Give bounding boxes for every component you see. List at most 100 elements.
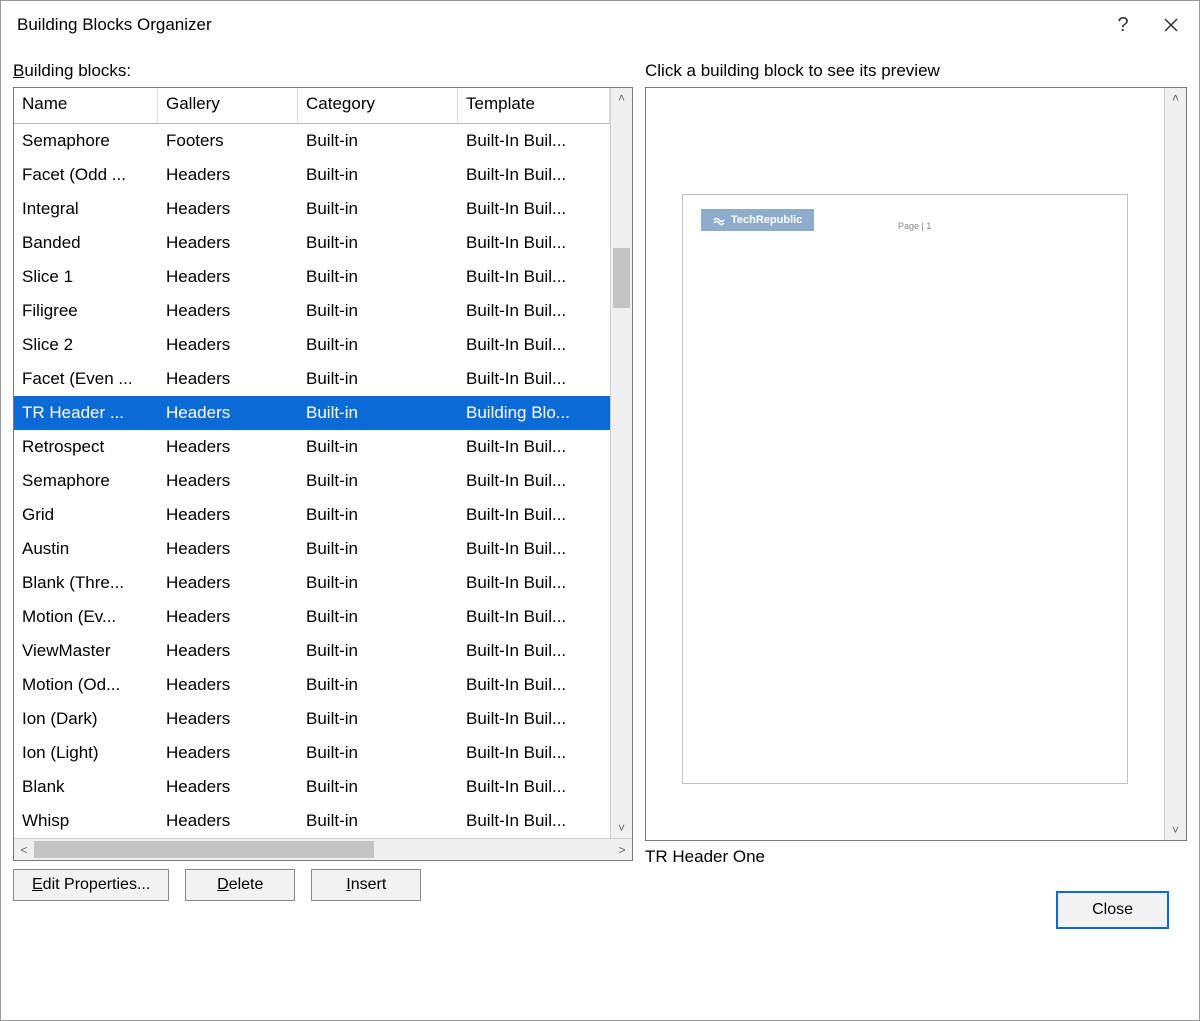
cell-template: Built-In Buil... (458, 229, 610, 257)
cell-template: Built-In Buil... (458, 739, 610, 767)
table-row[interactable]: FiligreeHeadersBuilt-inBuilt-In Buil... (14, 294, 610, 328)
cell-category: Built-in (298, 229, 458, 257)
cell-template: Built-In Buil... (458, 297, 610, 325)
cell-name: Motion (Ev... (14, 603, 158, 631)
table-row[interactable]: GridHeadersBuilt-inBuilt-In Buil... (14, 498, 610, 532)
table-row[interactable]: BandedHeadersBuilt-inBuilt-In Buil... (14, 226, 610, 260)
cell-gallery: Headers (158, 161, 298, 189)
cell-template: Building Blo... (458, 399, 610, 427)
cell-gallery: Headers (158, 365, 298, 393)
right-column: Click a building block to see its previe… (645, 57, 1187, 867)
cell-name: Ion (Light) (14, 739, 158, 767)
cell-template: Built-In Buil... (458, 807, 610, 835)
vertical-scrollbar[interactable]: ˄ ˅ (610, 88, 632, 838)
cell-name: Banded (14, 229, 158, 257)
cell-template: Built-In Buil... (458, 263, 610, 291)
cell-category: Built-in (298, 807, 458, 835)
table-row[interactable]: SemaphoreHeadersBuilt-inBuilt-In Buil... (14, 464, 610, 498)
col-header-gallery[interactable]: Gallery (158, 88, 298, 123)
building-blocks-listview[interactable]: Name Gallery Category Template Semaphore… (14, 88, 610, 838)
preview-scroll-up-icon[interactable]: ˄ (1165, 88, 1186, 108)
table-row[interactable]: Facet (Odd ...HeadersBuilt-inBuilt-In Bu… (14, 158, 610, 192)
dialog-building-blocks-organizer: Building Blocks Organizer ? Building blo… (0, 0, 1200, 1021)
cell-gallery: Footers (158, 127, 298, 155)
table-row[interactable]: Slice 2HeadersBuilt-inBuilt-In Buil... (14, 328, 610, 362)
cell-name: Semaphore (14, 467, 158, 495)
help-icon: ? (1117, 14, 1128, 37)
table-row[interactable]: ViewMasterHeadersBuilt-inBuilt-In Buil..… (14, 634, 610, 668)
cell-template: Built-In Buil... (458, 331, 610, 359)
preview-caption: TR Header One (645, 847, 1187, 867)
preview-badge-text: TechRepublic (731, 214, 802, 226)
cell-category: Built-in (298, 399, 458, 427)
table-row[interactable]: Slice 1HeadersBuilt-inBuilt-In Buil... (14, 260, 610, 294)
horizontal-scrollbar[interactable]: < > (14, 838, 632, 860)
building-blocks-label-rest: uilding blocks: (24, 61, 131, 80)
scroll-down-icon[interactable]: ˅ (611, 818, 632, 838)
cell-gallery: Headers (158, 603, 298, 631)
cell-gallery: Headers (158, 433, 298, 461)
cell-template: Built-In Buil... (458, 501, 610, 529)
cell-gallery: Headers (158, 263, 298, 291)
cell-template: Built-In Buil... (458, 569, 610, 597)
col-header-name[interactable]: Name (14, 88, 158, 123)
cell-name: Facet (Odd ... (14, 161, 158, 189)
building-blocks-accelerator: B (13, 61, 24, 80)
cell-category: Built-in (298, 501, 458, 529)
preview-page-number: Page | 1 (898, 221, 931, 231)
cell-category: Built-in (298, 535, 458, 563)
horizontal-scroll-thumb[interactable] (34, 841, 374, 858)
table-row[interactable]: TR Header ...HeadersBuilt-inBuilding Blo… (14, 396, 610, 430)
table-row[interactable]: WhispHeadersBuilt-inBuilt-In Buil... (14, 804, 610, 838)
table-row[interactable]: Motion (Ev...HeadersBuilt-inBuilt-In Bui… (14, 600, 610, 634)
cell-category: Built-in (298, 195, 458, 223)
table-row[interactable]: Facet (Even ...HeadersBuilt-inBuilt-In B… (14, 362, 610, 396)
listview-rows: SemaphoreFootersBuilt-inBuilt-In Buil...… (14, 124, 610, 838)
preview-inner: TechRepublic Page | 1 (646, 88, 1164, 840)
table-row[interactable]: AustinHeadersBuilt-inBuilt-In Buil... (14, 532, 610, 566)
cell-template: Built-In Buil... (458, 467, 610, 495)
cell-category: Built-in (298, 671, 458, 699)
table-row[interactable]: Ion (Light)HeadersBuilt-inBuilt-In Buil.… (14, 736, 610, 770)
table-row[interactable]: Motion (Od...HeadersBuilt-inBuilt-In Bui… (14, 668, 610, 702)
close-window-button[interactable] (1147, 5, 1195, 45)
cell-gallery: Headers (158, 331, 298, 359)
scroll-right-icon[interactable]: > (612, 843, 632, 857)
col-header-category[interactable]: Category (298, 88, 458, 123)
techrepublic-logo-icon (713, 214, 725, 226)
cell-gallery: Headers (158, 535, 298, 563)
cell-name: Grid (14, 501, 158, 529)
horizontal-scroll-track[interactable] (34, 839, 612, 860)
cell-gallery: Headers (158, 195, 298, 223)
close-button[interactable]: Close (1056, 891, 1169, 929)
preview-vertical-scrollbar[interactable]: ˄ ˅ (1164, 88, 1186, 840)
listview-area: Name Gallery Category Template Semaphore… (14, 88, 632, 838)
cell-name: Facet (Even ... (14, 365, 158, 393)
preview-scroll-down-icon[interactable]: ˅ (1165, 820, 1186, 840)
preview-label: Click a building block to see its previe… (645, 61, 1187, 81)
cell-gallery: Headers (158, 773, 298, 801)
cell-gallery: Headers (158, 399, 298, 427)
table-row[interactable]: IntegralHeadersBuilt-inBuilt-In Buil... (14, 192, 610, 226)
cell-template: Built-In Buil... (458, 195, 610, 223)
table-row[interactable]: Ion (Dark)HeadersBuilt-inBuilt-In Buil..… (14, 702, 610, 736)
table-row[interactable]: RetrospectHeadersBuilt-inBuilt-In Buil..… (14, 430, 610, 464)
cell-gallery: Headers (158, 739, 298, 767)
cell-category: Built-in (298, 365, 458, 393)
help-button[interactable]: ? (1099, 5, 1147, 45)
cell-category: Built-in (298, 161, 458, 189)
table-row[interactable]: Blank (Thre...HeadersBuilt-inBuilt-In Bu… (14, 566, 610, 600)
cell-gallery: Headers (158, 637, 298, 665)
cell-category: Built-in (298, 569, 458, 597)
vertical-scroll-thumb[interactable] (613, 248, 630, 308)
cell-category: Built-in (298, 127, 458, 155)
cell-name: Blank (Thre... (14, 569, 158, 597)
scroll-up-icon[interactable]: ˄ (611, 88, 632, 108)
cell-template: Built-In Buil... (458, 127, 610, 155)
cell-gallery: Headers (158, 297, 298, 325)
table-row[interactable]: BlankHeadersBuilt-inBuilt-In Buil... (14, 770, 610, 804)
cell-name: Filigree (14, 297, 158, 325)
table-row[interactable]: SemaphoreFootersBuilt-inBuilt-In Buil... (14, 124, 610, 158)
scroll-left-icon[interactable]: < (14, 843, 34, 857)
col-header-template[interactable]: Template (458, 88, 610, 123)
